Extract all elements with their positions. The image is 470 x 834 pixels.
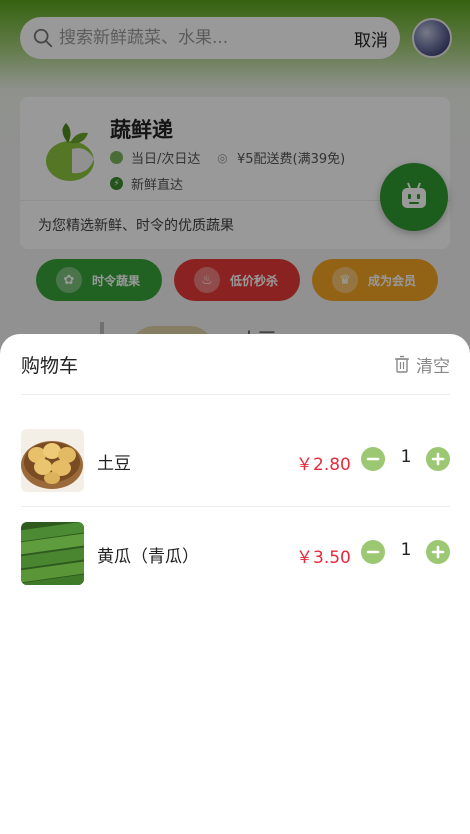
item-price: ￥2.80 xyxy=(296,455,351,475)
item-price: ￥3.50 xyxy=(296,548,351,568)
trash-icon xyxy=(395,355,409,373)
minus-icon xyxy=(366,457,380,461)
minus-icon xyxy=(366,550,380,554)
cart-title: 购物车 xyxy=(21,354,79,377)
cart-item: 黄瓜（青瓜） ￥3.50 1 xyxy=(21,507,450,600)
decrease-quantity-button[interactable] xyxy=(361,540,385,564)
clear-label: 清空 xyxy=(416,356,450,377)
plus-icon xyxy=(431,545,445,559)
item-quantity: 1 xyxy=(400,540,412,560)
cucumber-image xyxy=(21,522,84,585)
decrease-quantity-button[interactable] xyxy=(361,447,385,471)
item-name: 土豆 xyxy=(97,454,131,474)
cart-sheet: 购物车 清空 土豆 ￥2.80 1 黄瓜（青瓜） ￥3.50 1 xyxy=(0,334,470,834)
plus-icon xyxy=(431,452,445,466)
cart-list: 土豆 ￥2.80 1 黄瓜（青瓜） ￥3.50 1 xyxy=(21,414,450,600)
cart-header: 购物车 清空 xyxy=(21,334,450,395)
clear-cart-button[interactable]: 清空 xyxy=(394,352,450,377)
potato-image xyxy=(21,429,84,492)
item-name: 黄瓜（青瓜） xyxy=(97,547,199,567)
cart-item: 土豆 ￥2.80 1 xyxy=(21,414,450,507)
item-quantity: 1 xyxy=(400,447,412,467)
increase-quantity-button[interactable] xyxy=(426,540,450,564)
increase-quantity-button[interactable] xyxy=(426,447,450,471)
